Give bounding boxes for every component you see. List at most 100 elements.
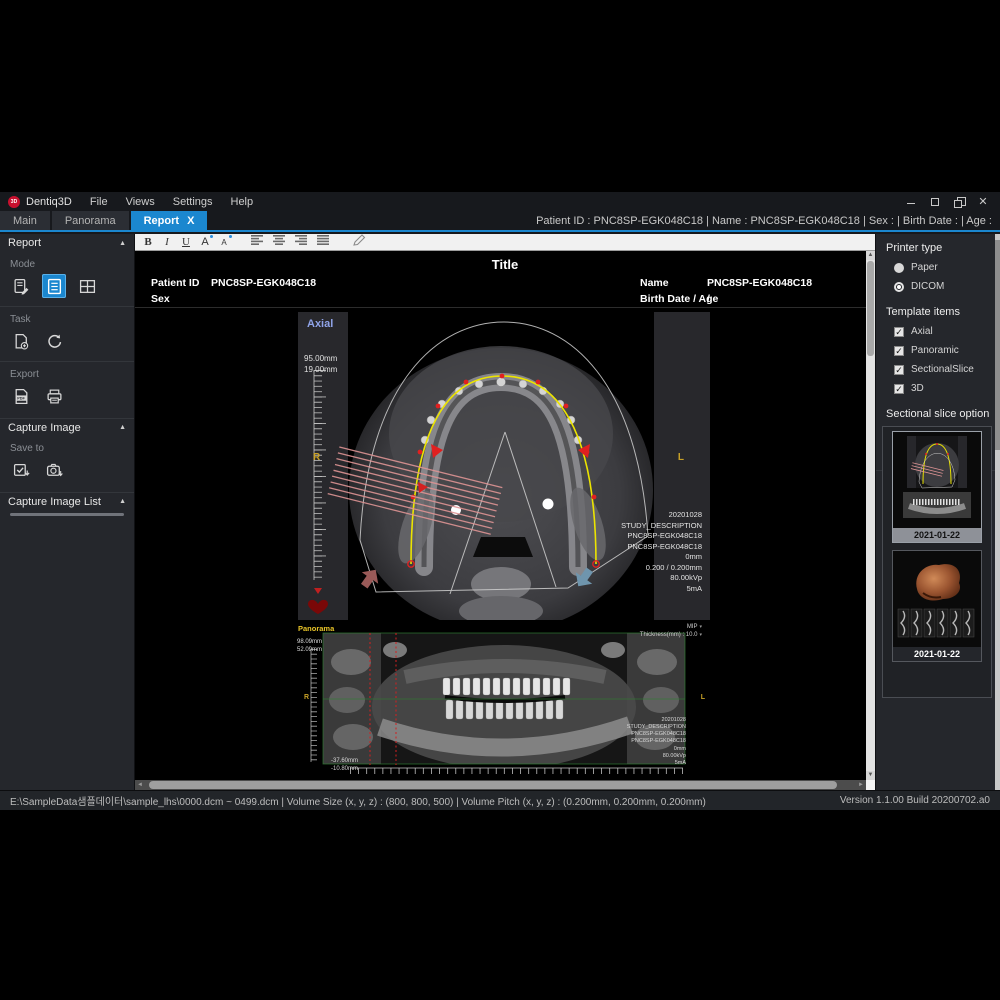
align-right-button[interactable] [295, 234, 308, 250]
report-thumbnail-axial-pano [893, 432, 981, 528]
save-capture-button[interactable] [42, 458, 66, 482]
draw-pen-button[interactable] [352, 234, 366, 251]
align-left-button[interactable] [251, 234, 264, 250]
divider [135, 307, 875, 308]
scroll-up-icon[interactable]: ▲ [866, 251, 875, 260]
axial-view-label: Axial [307, 318, 333, 330]
app-logo-icon: 3D [8, 196, 20, 208]
checkbox-checked-icon[interactable] [894, 384, 904, 394]
app-title: Dentiq3D [26, 196, 72, 208]
radio-paper[interactable]: Paper [894, 262, 1000, 273]
tab-panorama[interactable]: Panorama [52, 211, 129, 230]
panorama-view: Panorama MIP Thickness(mm) : 10.0 98.09m… [295, 622, 708, 777]
radio-dicom[interactable]: DICOM [894, 281, 1000, 292]
text-format-toolbar: B I U A A [135, 234, 875, 251]
align-justify-button[interactable] [317, 234, 330, 250]
checkbox-save-icon [13, 462, 30, 479]
panorama-view-label: Panorama [298, 624, 334, 633]
collapse-icon[interactable]: ▲ [119, 498, 126, 505]
radio-selected-icon[interactable] [894, 282, 904, 292]
app-window: 3D Dentiq3D File Views Settings Help ✕ M… [0, 192, 1000, 810]
scrollbar-thumb[interactable] [867, 261, 874, 356]
export-pdf-button[interactable]: PDF [9, 384, 33, 408]
pdf-file-icon: PDF [13, 388, 30, 405]
bold-button[interactable]: B [143, 235, 153, 250]
axial-dicom-overlay: 20201028STUDY_DESCRIPTION PNC8SP-EGK048C… [621, 510, 702, 594]
birth-date-age-value: / [707, 293, 710, 305]
grid-layout-icon [79, 278, 96, 295]
collapse-icon[interactable]: ▲ [119, 424, 126, 431]
pano-position-readout: -37.60mm-10.80mm [331, 758, 358, 773]
axial-fov-readout: 95.00mm19.00mm [304, 353, 337, 375]
pen-icon [352, 234, 366, 246]
font-decrease-button[interactable]: A [219, 235, 229, 250]
report-list-item[interactable]: 2021-01-22 [892, 550, 982, 662]
export-print-button[interactable] [42, 384, 66, 408]
mode-grid-button[interactable] [75, 274, 99, 298]
underline-button[interactable]: U [181, 235, 191, 250]
tab-close-icon[interactable]: X [187, 215, 194, 227]
checkbox-3d[interactable]: 3D [894, 383, 1000, 394]
align-center-button[interactable] [273, 234, 286, 250]
menu-views[interactable]: Views [126, 196, 155, 208]
capture-list-scrollbar[interactable] [10, 513, 124, 516]
menu-settings[interactable]: Settings [173, 196, 213, 208]
mode-report-edit-button[interactable] [9, 274, 33, 298]
checkbox-checked-icon[interactable] [894, 327, 904, 337]
scroll-down-icon[interactable]: ▼ [866, 771, 875, 780]
tab-main[interactable]: Main [0, 211, 50, 230]
scroll-right-icon[interactable]: ► [856, 780, 866, 790]
close-icon[interactable]: ✕ [978, 197, 988, 207]
maximize-icon[interactable] [930, 197, 940, 207]
align-left-icon [251, 234, 264, 245]
checkbox-axial[interactable]: Axial [894, 326, 1000, 337]
italic-button[interactable]: I [162, 235, 172, 250]
vertical-scrollbar[interactable]: ▲ ▼ [866, 251, 875, 780]
checkbox-sectionalslice[interactable]: SectionalSlice [894, 364, 1000, 375]
task-new-report-button[interactable] [9, 329, 33, 353]
tab-report[interactable]: Report X [131, 211, 208, 230]
checkbox-panoramic[interactable]: Panoramic [894, 345, 1000, 356]
font-increase-button[interactable]: A [200, 235, 210, 250]
mip-dropdown[interactable]: MIP [687, 624, 702, 630]
camera-save-icon [46, 462, 63, 479]
menu-file[interactable]: File [90, 196, 108, 208]
printer-type-label: Printer type [886, 242, 1000, 254]
status-version: Version 1.1.00 Build 20200702.a0 [840, 795, 990, 806]
title-bar: 3D Dentiq3D File Views Settings Help ✕ [0, 192, 1000, 211]
checkbox-checked-icon[interactable] [894, 365, 904, 375]
left-side-marker: L [701, 694, 705, 701]
report-list-item[interactable]: 2021-01-22 [892, 431, 982, 543]
align-center-icon [273, 234, 286, 245]
capture-image-header[interactable]: Capture Image▲ [0, 418, 134, 436]
scroll-left-icon[interactable]: ◄ [135, 780, 145, 790]
horizontal-scrollbar[interactable]: ◄ ► [135, 780, 866, 790]
patient-info-bar: Patient ID : PNC8SP-EGK048C18 | Name : P… [536, 211, 1000, 230]
right-panel-scrollbar[interactable] [995, 234, 1000, 790]
report-edit-icon [13, 278, 30, 295]
collapse-icon[interactable]: ▲ [119, 240, 126, 247]
report-panel-header[interactable]: Report▲ [0, 234, 134, 252]
checkbox-checked-icon[interactable] [894, 346, 904, 356]
report-thumbnail-3d-slices [893, 551, 981, 647]
menu-help[interactable]: Help [231, 196, 254, 208]
task-refresh-button[interactable] [42, 329, 66, 353]
thickness-dropdown[interactable]: Thickness(mm) : 10.0 [640, 632, 702, 638]
save-to-list-button[interactable] [9, 458, 33, 482]
report-page: Title Patient ID PNC8SP-EGK048C18 Name P… [135, 251, 875, 780]
restore-icon[interactable] [954, 197, 964, 207]
minimize-icon[interactable] [906, 197, 916, 207]
task-label: Task [10, 314, 134, 325]
scrollbar-thumb[interactable] [995, 240, 1000, 450]
axial-view: Axial 95.00mm19.00mm R L 20201028STUDY_D… [298, 312, 710, 620]
scrollbar-corner [866, 780, 875, 790]
capture-image-list-header[interactable]: Capture Image List▲ [0, 492, 134, 510]
tab-bar: Main Panorama Report X Patient ID : PNC8… [0, 211, 1000, 232]
sectional-slice-option-label: Sectional slice option [886, 408, 1000, 420]
task-group: Task [0, 306, 134, 361]
template-items-label: Template items [886, 306, 1000, 318]
right-side-marker: R [313, 452, 320, 463]
scrollbar-thumb[interactable] [149, 781, 837, 789]
radio-icon[interactable] [894, 263, 904, 273]
mode-report-view-button[interactable] [42, 274, 66, 298]
